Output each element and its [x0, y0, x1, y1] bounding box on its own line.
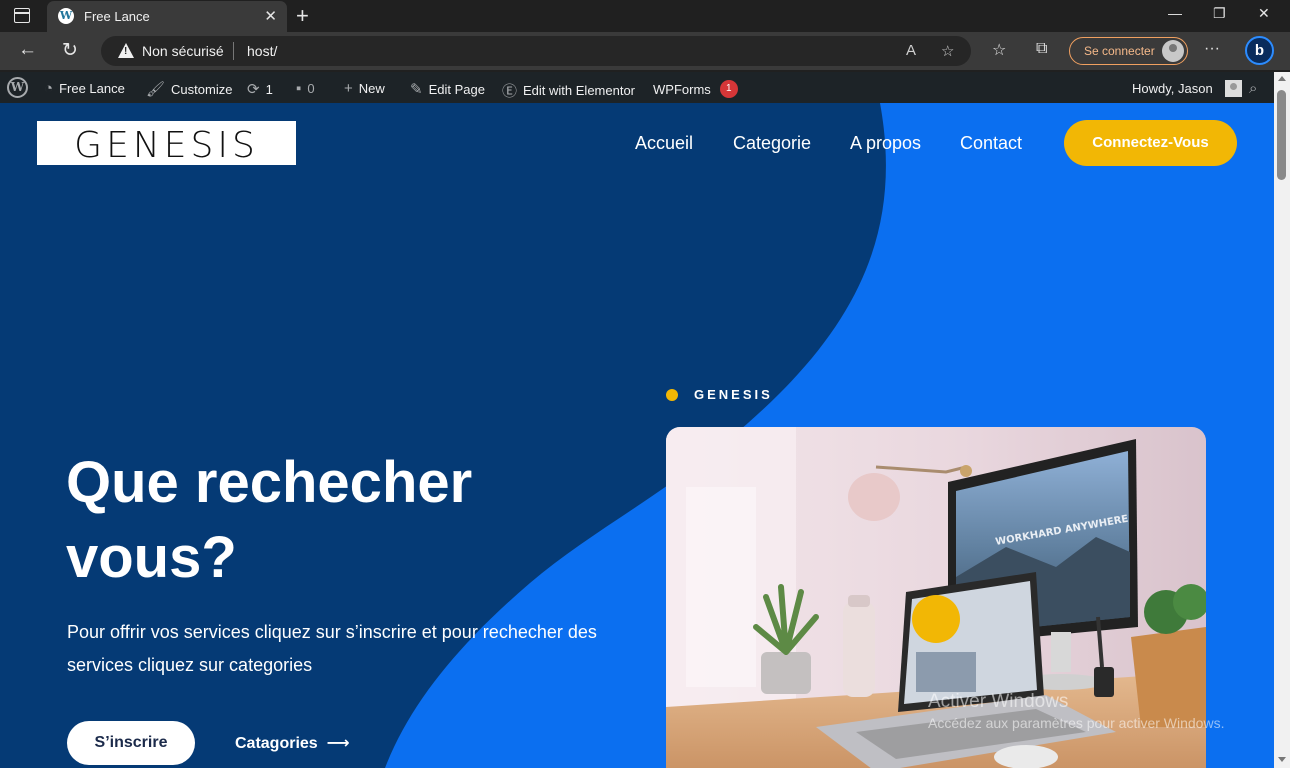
browser-toolbar: ← ↻ Non sécurisé host/ A ☆ ☆ ⧉ Se connec… — [0, 32, 1290, 70]
site-logo[interactable]: GENESIS — [37, 121, 296, 166]
page-content: GENESIS Accueil Categorie A propos Conta… — [0, 103, 1274, 768]
wp-updates[interactable]: ⟳ 1 — [247, 80, 273, 98]
categories-link[interactable]: Catagories ⟶ — [235, 733, 350, 753]
site-logo-text: GENESIS — [74, 125, 259, 166]
page-scrollbar[interactable] — [1274, 72, 1290, 768]
wp-customize-label: Customize — [171, 81, 233, 97]
close-tab-icon[interactable]: ✕ — [264, 7, 277, 25]
wp-site-name-label: Free Lance — [59, 81, 125, 96]
wp-new[interactable]: + New — [344, 80, 385, 97]
signup-button[interactable]: S’inscrire — [67, 721, 195, 765]
categories-link-label: Catagories — [235, 735, 318, 752]
warning-icon — [118, 43, 134, 58]
close-window-icon[interactable]: ✕ — [1258, 5, 1270, 22]
signin-button[interactable]: Se connecter — [1069, 37, 1188, 65]
wp-howdy-label: Howdy, Jason — [1132, 81, 1213, 96]
elementor-icon: Ⓔ — [502, 83, 518, 100]
scroll-down-arrow-icon[interactable] — [1278, 757, 1286, 762]
nav-a-propos[interactable]: A propos — [850, 133, 921, 154]
new-tab-icon[interactable]: + — [296, 3, 309, 29]
security-label[interactable]: Non sécurisé — [142, 43, 224, 59]
hero-subtitle: Pour offrir vos services cliquez sur s’i… — [67, 622, 597, 675]
wp-comments-count: 0 — [307, 81, 315, 96]
windows-watermark-subtitle: Accédez aux paramètres pour activer Wind… — [928, 715, 1225, 731]
nav-categorie[interactable]: Categorie — [733, 133, 811, 154]
brush-icon: 🖌 — [146, 81, 166, 98]
wp-wpforms-label: WPForms — [653, 81, 711, 97]
refresh-icon[interactable]: ↻ — [62, 39, 78, 62]
browser-tab-bar: W Free Lance ✕ + — ❐ ✕ — [0, 0, 1290, 32]
hero-title: Que rechecher vous? — [66, 450, 473, 590]
more-menu-icon[interactable]: ··· — [1204, 40, 1220, 58]
scroll-thumb[interactable] — [1277, 90, 1286, 180]
nav-accueil[interactable]: Accueil — [635, 133, 693, 154]
favorites-icon[interactable]: ☆ — [992, 40, 1006, 60]
wordpress-logo-icon[interactable]: W — [7, 77, 28, 98]
eyebrow-dot-icon — [666, 389, 678, 401]
wp-search[interactable]: ⌕ — [1249, 80, 1257, 97]
search-icon: ⌕ — [1249, 80, 1258, 97]
tab-title: Free Lance — [84, 9, 150, 24]
nav-contact[interactable]: Contact — [960, 133, 1022, 154]
plus-icon: + — [344, 80, 353, 97]
address-separator — [233, 42, 234, 60]
wp-site-name[interactable]: ◔ Free Lance — [44, 80, 125, 97]
dashboard-icon: ◔ — [44, 80, 54, 97]
scroll-up-arrow-icon[interactable] — [1278, 76, 1286, 81]
wpforms-notification-badge: 1 — [719, 80, 738, 98]
user-avatar — [1224, 80, 1242, 97]
arrow-right-icon: ⟶ — [322, 735, 350, 752]
pencil-icon: ✎ — [410, 81, 423, 98]
updates-icon: ⟳ — [247, 81, 260, 98]
wp-customize[interactable]: 🖌 Customize — [146, 80, 232, 98]
wp-new-label: New — [358, 81, 385, 96]
address-bar[interactable]: Non sécurisé host/ A ☆ — [101, 36, 971, 66]
tab-actions-icon[interactable] — [14, 8, 30, 23]
comment-icon: ▪ — [296, 80, 302, 97]
wp-admin-bar: W ◔ Free Lance 🖌 Customize ⟳ 1 ▪ 0 + New… — [0, 72, 1274, 103]
connect-button[interactable]: Connectez-Vous — [1064, 120, 1237, 166]
wp-edit-elementor[interactable]: Ⓔ Edit with Elementor — [502, 80, 635, 101]
read-aloud-icon[interactable]: A — [906, 42, 916, 59]
url-text[interactable]: host/ — [247, 43, 277, 59]
bing-copilot-icon[interactable]: b — [1245, 36, 1274, 65]
hero-eyebrow: GENESIS — [694, 387, 773, 402]
wp-edit-elementor-label: Edit with Elementor — [523, 83, 636, 98]
wp-edit-page-label: Edit Page — [428, 81, 485, 97]
minimize-icon[interactable]: — — [1168, 5, 1182, 21]
windows-watermark-title: Activer Windows — [928, 691, 1069, 712]
restore-icon[interactable]: ❐ — [1213, 5, 1226, 22]
wp-updates-count: 1 — [265, 81, 273, 97]
add-favorite-icon[interactable]: ☆ — [941, 42, 954, 60]
wp-account[interactable]: Howdy, Jason — [1132, 80, 1242, 97]
profile-avatar-icon — [1162, 40, 1184, 62]
back-icon[interactable]: ← — [18, 39, 37, 61]
wp-wpforms[interactable]: WPForms 1 — [653, 80, 738, 98]
collections-icon[interactable]: ⧉ — [1036, 40, 1047, 58]
browser-tab[interactable]: W Free Lance ✕ — [47, 1, 287, 32]
wordpress-favicon-icon: W — [58, 8, 74, 24]
signin-label: Se connecter — [1084, 44, 1155, 58]
wp-comments[interactable]: ▪ 0 — [296, 80, 315, 97]
wp-edit-page[interactable]: ✎ Edit Page — [410, 80, 485, 98]
